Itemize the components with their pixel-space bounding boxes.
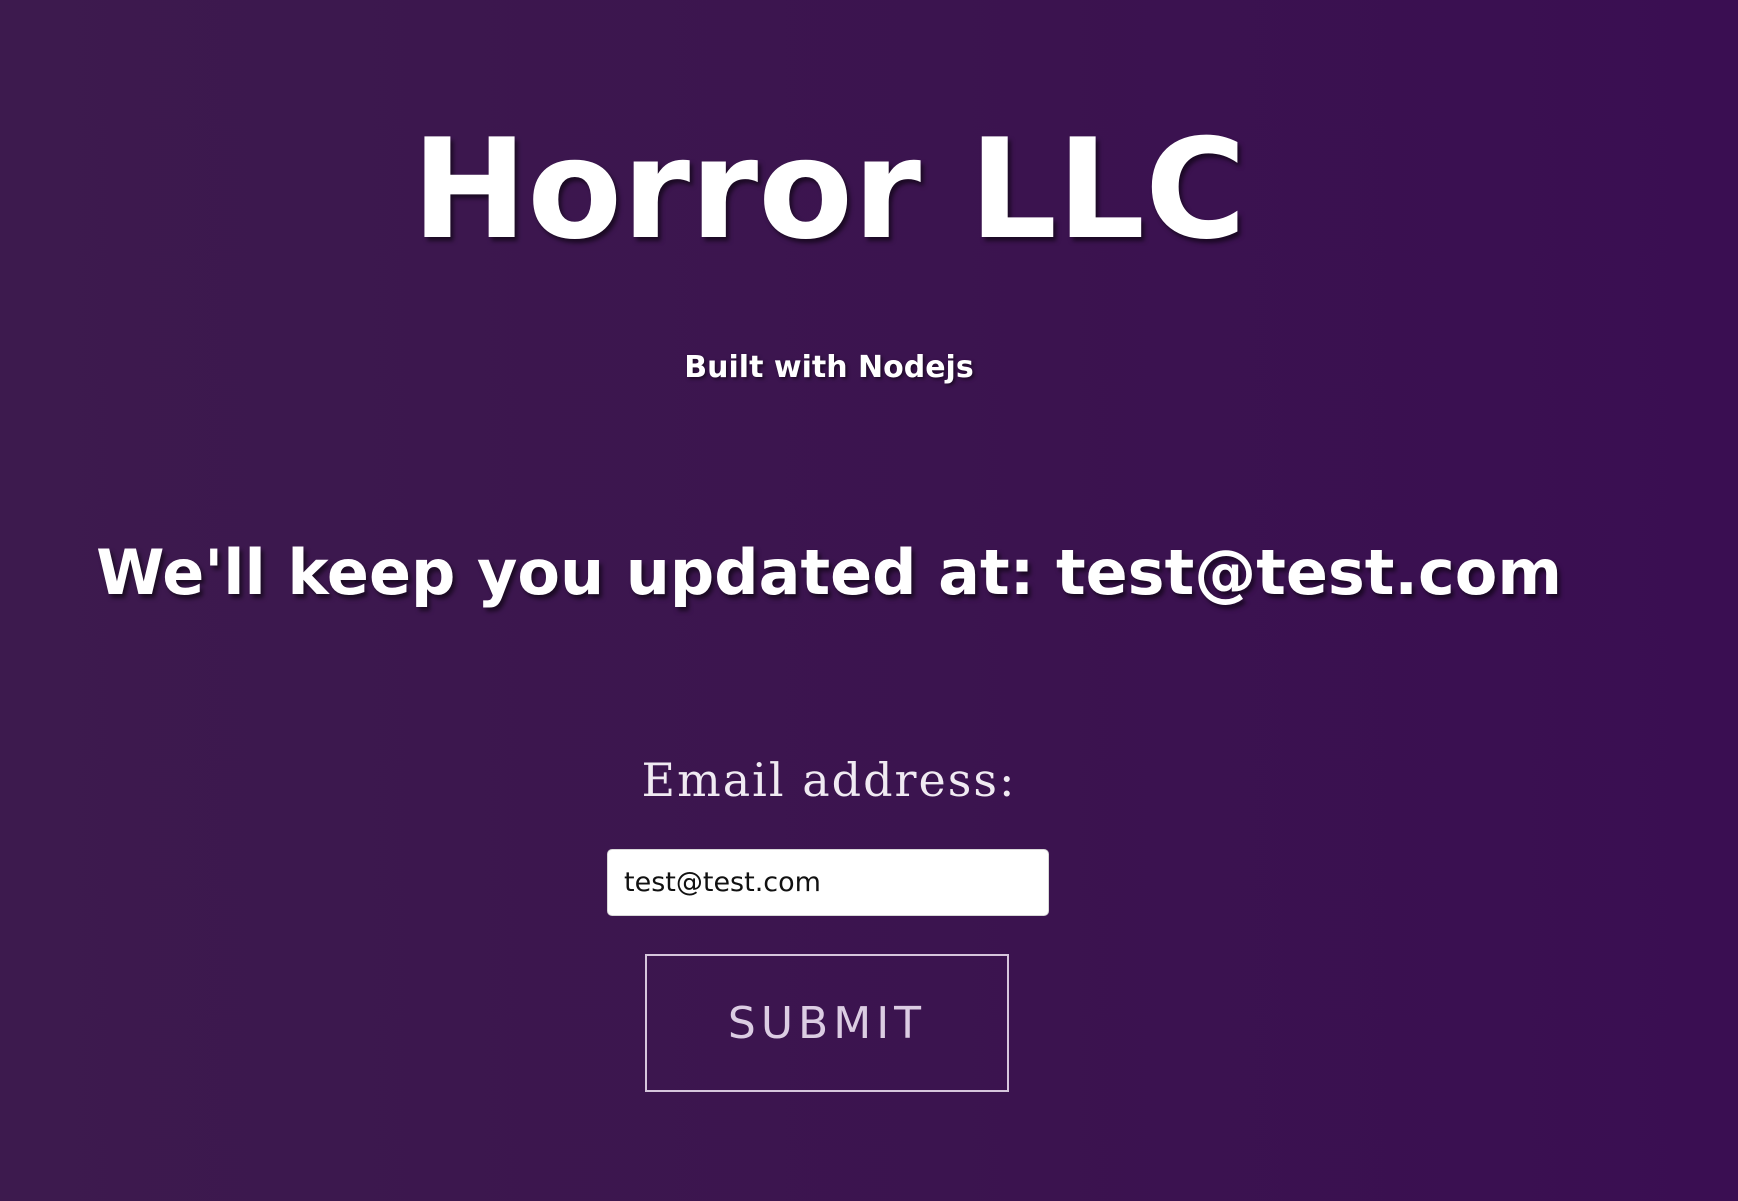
landing-page: Horror LLC Built with Nodejs We'll keep …	[0, 0, 1658, 1201]
submit-button[interactable]: SUBMIT	[645, 954, 1009, 1092]
email-field[interactable]	[607, 849, 1049, 916]
update-message: We'll keep you updated at: test@test.com	[96, 536, 1562, 609]
email-label: Email address:	[641, 753, 1017, 807]
page-title: Horror LLC	[411, 109, 1247, 270]
page-subtitle: Built with Nodejs	[684, 350, 974, 385]
